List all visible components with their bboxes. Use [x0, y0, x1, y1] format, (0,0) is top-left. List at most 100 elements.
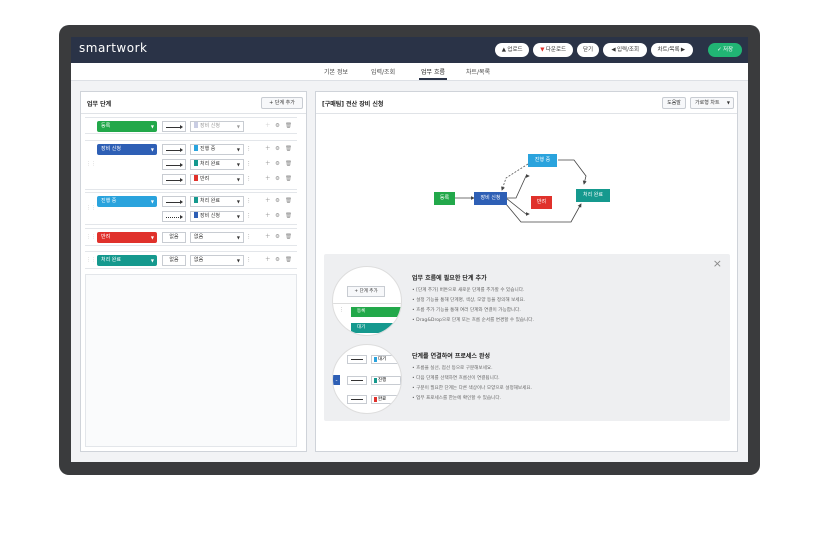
add-flow-icon[interactable]: ＋ — [265, 176, 271, 183]
active-tab-indicator — [419, 78, 447, 80]
layout-select-label: 가로형 차트 — [695, 100, 720, 106]
flow-arrow-select[interactable] — [162, 196, 186, 207]
tab-basic-info[interactable]: 기본 정보 — [324, 67, 348, 76]
illus-arrow-box — [347, 355, 367, 364]
next-step-select[interactable]: 없음 ▼ — [190, 232, 244, 243]
close-icon[interactable]: × — [713, 257, 722, 270]
flow-arrow-select[interactable] — [162, 211, 186, 222]
chevron-down-icon: ▼ — [236, 214, 240, 219]
chevron-down-icon: ▼ — [236, 177, 240, 182]
flow-arrow-select[interactable]: 없음 — [162, 232, 186, 243]
upload-button[interactable]: ▲업로드 — [495, 43, 529, 57]
drag-handle-icon[interactable]: ⋮⋮ — [86, 234, 96, 240]
row-drag-icon[interactable]: ⋮ — [246, 161, 252, 168]
chevron-down-icon: ▼ — [236, 124, 240, 129]
drag-handle-icon[interactable]: ⋮⋮ — [86, 257, 96, 263]
add-flow-icon[interactable]: ＋ — [265, 213, 271, 220]
flow-arrow-select[interactable] — [162, 159, 186, 170]
next-step-label: 장비 신청 — [200, 213, 220, 219]
step-pill[interactable]: 장비 신청 ▼ — [97, 144, 157, 155]
tab-input-query[interactable]: 입력/조회 — [371, 67, 395, 76]
download-label: 다운로드 — [545, 47, 567, 53]
step-pill[interactable]: 등록 ▼ — [97, 121, 157, 132]
gear-icon[interactable]: ⚙ — [275, 213, 280, 220]
next-step-select[interactable]: 처리 완료 ▼ — [190, 196, 244, 207]
gear-icon[interactable]: ⚙ — [275, 161, 280, 168]
next-step-select[interactable]: 장비 신청 ▼ — [190, 211, 244, 222]
close-button[interactable]: 닫기 — [577, 43, 599, 57]
next-step-select[interactable]: 처리 완료 ▼ — [190, 159, 244, 170]
gear-icon[interactable]: ⚙ — [275, 176, 280, 183]
drag-handle-icon[interactable]: ⋮⋮ — [86, 161, 96, 167]
row-drag-icon[interactable]: ⋮ — [246, 176, 252, 183]
step-pill[interactable]: 진행 중 ▼ — [97, 196, 157, 207]
gear-icon[interactable]: ⚙ — [275, 257, 280, 264]
add-flow-icon[interactable]: ＋ — [265, 123, 271, 130]
step-name: 등록 — [101, 123, 111, 129]
illus-select: 완료 — [371, 395, 401, 404]
diagram-node[interactable]: 처리 완료 — [576, 189, 610, 202]
row-drag-icon[interactable]: ⋮ — [246, 146, 252, 153]
layout-select[interactable]: 가로형 차트 ▼ — [690, 97, 734, 109]
help-line: • Drag&Drop으로 단계 또는 흐름 순서를 변경할 수 있습니다. — [412, 318, 534, 323]
illus-divider — [333, 303, 401, 304]
add-flow-icon[interactable]: ＋ — [265, 234, 271, 241]
trash-icon[interactable]: 🗑 — [285, 257, 292, 264]
tab-workflow[interactable]: 업무 흐름 — [421, 67, 445, 76]
add-flow-icon[interactable]: ＋ — [265, 257, 271, 264]
help-button[interactable]: 도움말 — [662, 97, 686, 109]
flow-arrow-select[interactable] — [162, 144, 186, 155]
flow-arrow-select[interactable]: 없음 — [162, 255, 186, 266]
flow-arrow-select[interactable] — [162, 121, 186, 132]
row-drag-icon[interactable]: ⋮ — [246, 234, 252, 241]
illus-select: 진행 — [371, 376, 401, 385]
next-step-select[interactable]: 진행 중 ▼ — [190, 144, 244, 155]
trash-icon[interactable]: 🗑 — [285, 123, 292, 130]
trash-icon[interactable]: 🗑 — [285, 146, 292, 153]
row-drag-icon[interactable]: ⋮ — [246, 213, 252, 220]
trash-icon[interactable]: 🗑 — [285, 176, 292, 183]
gear-icon[interactable]: ⚙ — [275, 234, 280, 241]
diagram-node[interactable]: 진행 중 — [528, 154, 557, 167]
trash-icon[interactable]: 🗑 — [285, 161, 292, 168]
chart-list-button[interactable]: 차트/목록▶ — [651, 43, 693, 57]
flow-arrow-select[interactable] — [162, 174, 186, 185]
row-drag-icon[interactable]: ⋮ — [246, 198, 252, 205]
diagram-node[interactable]: 반려 — [531, 196, 552, 209]
diagram-node[interactable]: 장비 신청 — [474, 192, 507, 205]
illus-arrow-box — [347, 395, 367, 404]
drag-handle-icon[interactable]: ⋮⋮ — [86, 205, 96, 211]
next-step-select[interactable]: 반려 ▼ — [190, 174, 244, 185]
step-pill[interactable]: 반려 ▼ — [97, 232, 157, 243]
app-logo: smartwork — [79, 41, 148, 55]
next-step-select[interactable]: 없음 ▼ — [190, 255, 244, 266]
help-line: • 업무 프로세스를 한눈에 확인할 수 있습니다. — [412, 396, 502, 401]
trash-icon[interactable]: 🗑 — [285, 198, 292, 205]
workflow-steps-panel: 업무 단계 + 단계 추가 등록 ▼ 장비 신청 ▼ ＋ ⚙ 🗑 ⋮⋮ 장비 신청 ▼… — [80, 91, 307, 452]
next-step-label: 처리 완료 — [200, 161, 220, 167]
top-navbar: smartwork ▲업로드 ▼다운로드 닫기 ◀입력/조회 차트/목록▶ ✓저… — [71, 37, 748, 63]
upload-icon: ▲ — [501, 47, 507, 53]
gear-icon[interactable]: ⚙ — [275, 146, 280, 153]
trash-icon[interactable]: 🗑 — [285, 213, 292, 220]
add-flow-icon[interactable]: ＋ — [265, 161, 271, 168]
chevron-down-icon: ▼ — [236, 258, 240, 263]
save-button[interactable]: ✓저장 — [708, 43, 742, 57]
gear-icon[interactable]: ⚙ — [275, 123, 280, 130]
illus-select-label: 진행 — [378, 378, 387, 383]
tab-bar: 기본 정보 입력/조회 업무 흐름 차트/목록 — [71, 63, 748, 81]
gear-icon[interactable]: ⚙ — [275, 198, 280, 205]
add-step-button[interactable]: + 단계 추가 — [261, 97, 303, 109]
tab-chart-list[interactable]: 차트/목록 — [466, 67, 490, 76]
input-query-button[interactable]: ◀입력/조회 — [603, 43, 647, 57]
next-step-select[interactable]: 장비 신청 ▼ — [190, 121, 244, 132]
diagram-node[interactable]: 등록 — [434, 192, 455, 205]
download-button[interactable]: ▼다운로드 — [533, 43, 573, 57]
trash-icon[interactable]: 🗑 — [285, 234, 292, 241]
add-flow-icon[interactable]: ＋ — [265, 146, 271, 153]
add-flow-icon[interactable]: ＋ — [265, 198, 271, 205]
step-pill[interactable]: 처리 완료 ▼ — [97, 255, 157, 266]
step-name: 처리 완료 — [101, 257, 121, 263]
row-drag-icon[interactable]: ⋮ — [246, 257, 252, 264]
empty-step-area — [85, 274, 297, 447]
